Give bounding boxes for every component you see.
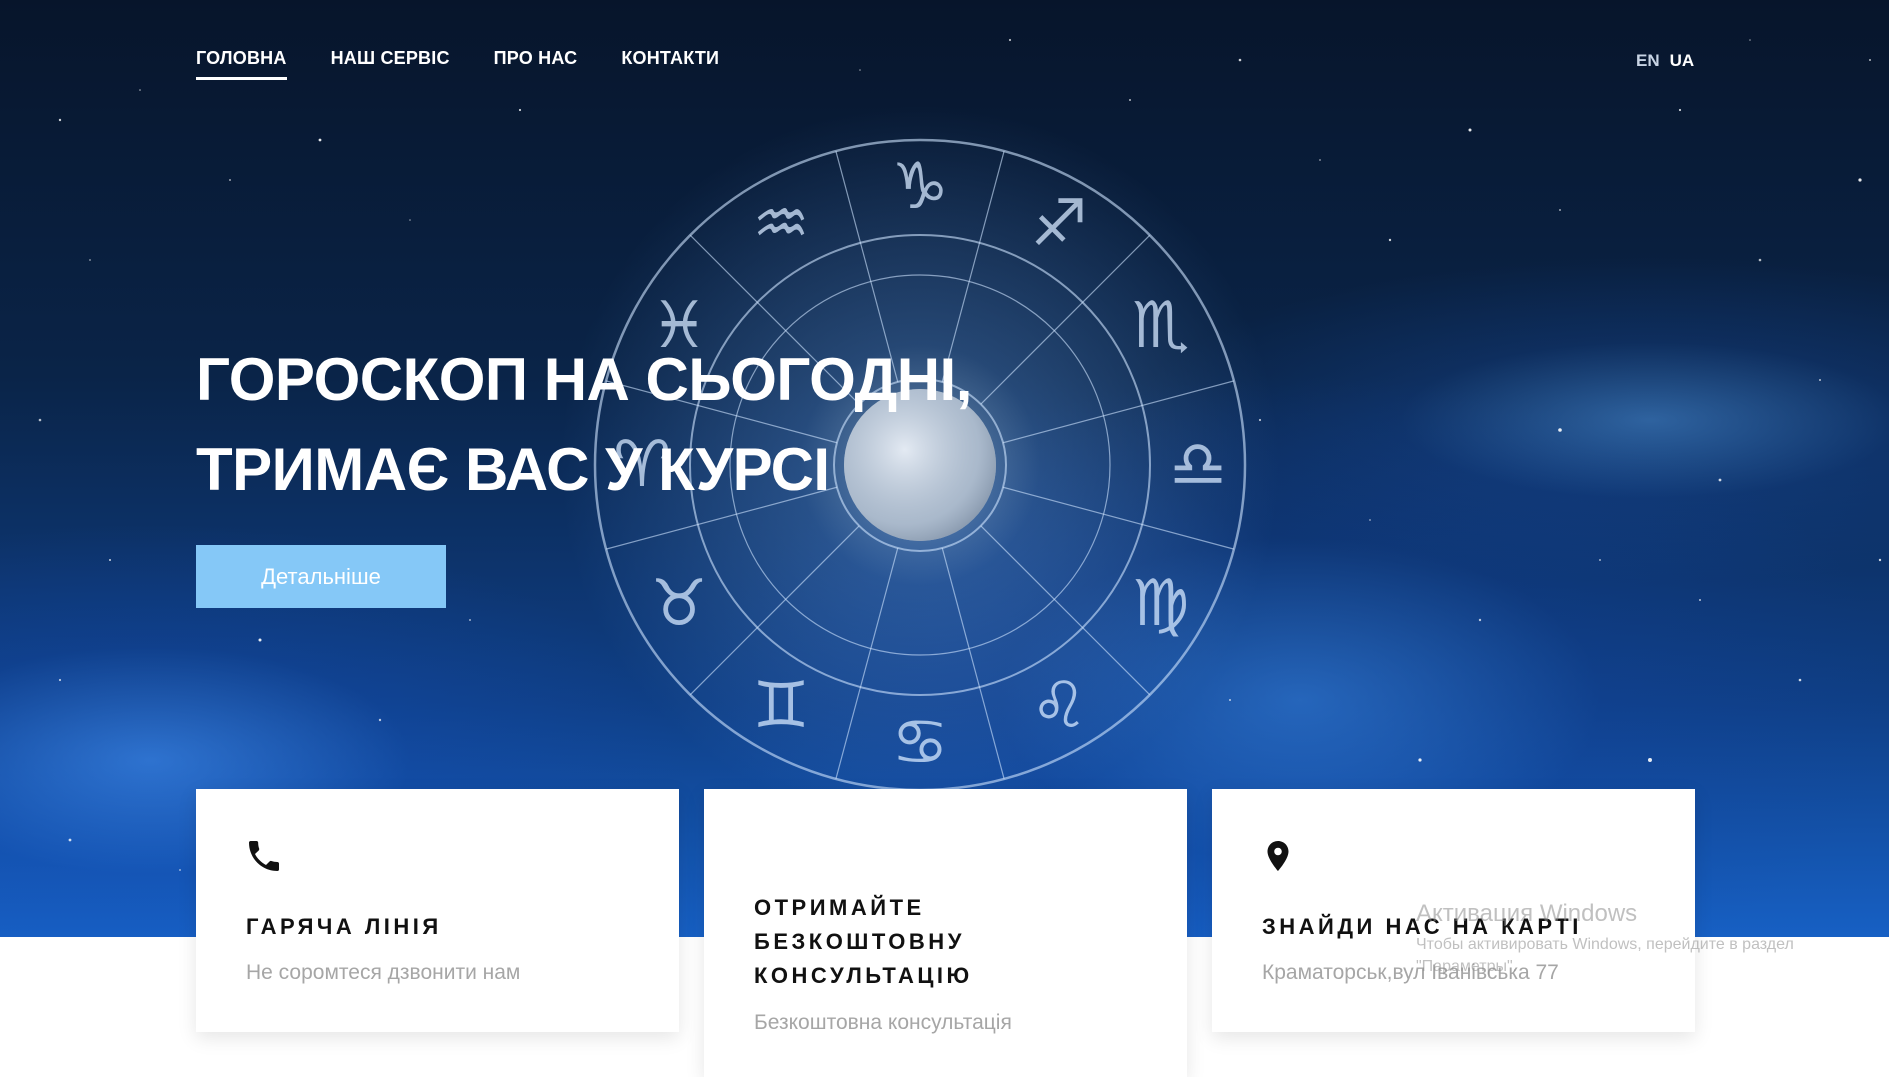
map-pin-icon (1267, 841, 1289, 871)
zodiac-spoke (835, 547, 899, 780)
zodiac-sign-glyph: ♉ (651, 567, 708, 641)
card-title-line: ОТРИМАЙТЕ (754, 895, 925, 920)
details-button[interactable]: Детальніше (196, 545, 446, 608)
card-title-line: ГАРЯЧА ЛІНІЯ (246, 914, 442, 939)
main-nav: ГОЛОВНА НАШ СЕРВІС ПРО НАС КОНТАКТИ (196, 48, 719, 80)
consultation-card: ОТРИМАЙТЕ БЕЗКОШТОВНУ КОНСУЛЬТАЦІЮ Безко… (704, 789, 1187, 1077)
card-text: Не соромтеся дзвонити нам (246, 961, 521, 984)
zodiac-sign-glyph: ♌ (1030, 669, 1087, 743)
card-title: ГАРЯЧА ЛІНІЯ (246, 910, 442, 944)
nav-item-about[interactable]: ПРО НАС (494, 48, 578, 80)
nav-item-contacts[interactable]: КОНТАКТИ (621, 48, 719, 80)
hotline-card: ГАРЯЧА ЛІНІЯ Не соромтеся дзвонити нам (196, 789, 679, 1032)
card-text: Краматорськ,вул Іванівська 77 (1262, 961, 1559, 984)
zodiac-sign-glyph: ♑ (891, 150, 948, 224)
zodiac-sign-glyph: ♋ (891, 706, 948, 780)
nav-item-home[interactable]: ГОЛОВНА (196, 48, 287, 80)
card-title-line: КОНСУЛЬТАЦІЮ (754, 963, 973, 988)
zodiac-sign-glyph: ♐ (1030, 187, 1087, 261)
language-switcher: EN UA (1636, 51, 1694, 71)
card-text: Безкоштовна консультація (754, 1011, 1012, 1034)
zodiac-sign-glyph: ♒ (752, 187, 809, 261)
hero-title: ГОРОСКОП НА СЬОГОДНІ, ТРИМАЄ ВАС У КУРСІ (196, 335, 972, 515)
phone-icon (249, 841, 279, 871)
zodiac-sign-glyph: ♏ (1132, 289, 1189, 363)
zodiac-spoke (941, 547, 1005, 780)
zodiac-sign-glyph: ♎ (1169, 428, 1226, 502)
lang-ua[interactable]: UA (1670, 51, 1695, 71)
hero-title-line-1: ГОРОСКОП НА СЬОГОДНІ, (196, 346, 972, 413)
map-card: ЗНАЙДИ НАС НА КАРТІ Краматорськ,вул Іван… (1212, 789, 1695, 1032)
card-title-line: БЕЗКОШТОВНУ (754, 929, 965, 954)
nav-item-services[interactable]: НАШ СЕРВІС (331, 48, 450, 80)
lang-en[interactable]: EN (1636, 51, 1660, 71)
card-title: ЗНАЙДИ НАС НА КАРТІ (1262, 910, 1582, 944)
card-title-line: ЗНАЙДИ НАС НА КАРТІ (1262, 914, 1582, 939)
card-title: ОТРИМАЙТЕ БЕЗКОШТОВНУ КОНСУЛЬТАЦІЮ (754, 891, 973, 993)
hero-title-line-2: ТРИМАЄ ВАС У КУРСІ (196, 436, 830, 503)
zodiac-sign-glyph: ♍ (1132, 567, 1189, 641)
zodiac-sign-glyph: ♊ (752, 669, 809, 743)
